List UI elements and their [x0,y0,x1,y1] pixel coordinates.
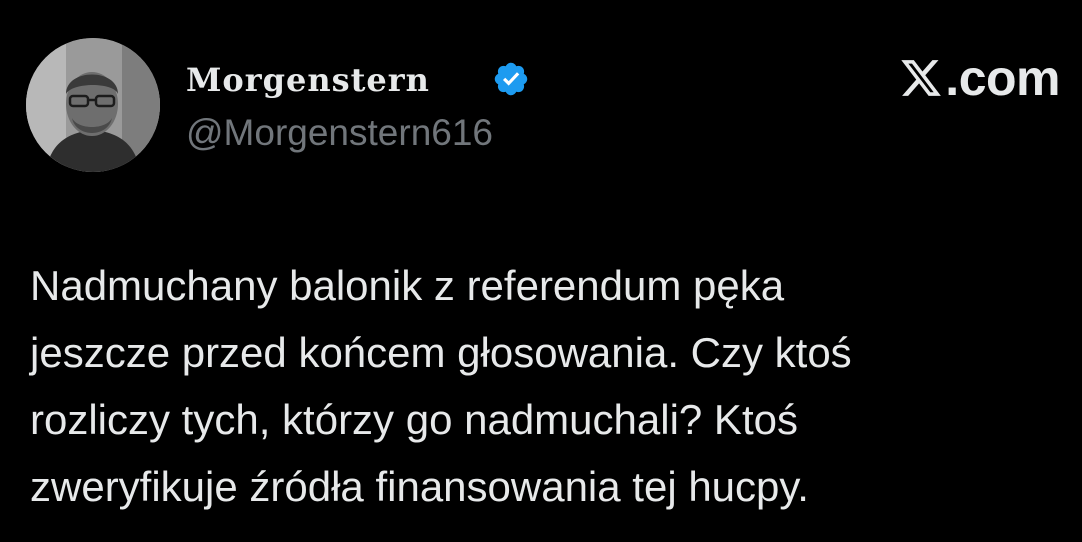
avatar-photo [26,38,160,172]
avatar[interactable] [26,38,160,172]
display-name[interactable]: Morgenstern [186,60,430,100]
brand-domain-text: .com [945,50,1060,106]
tweet-text: Nadmuchany balonik z referendum pęka jes… [30,252,1060,520]
tweet-text-line: rozliczy tych, którzy go nadmuchali? Kto… [30,396,798,443]
verified-badge-icon [494,62,528,96]
handle[interactable]: @Morgenstern616 [186,111,493,155]
tweet-text-line: jeszcze przed końcem głosowania. Czy kto… [30,329,852,376]
brand-watermark: .com [899,50,1060,106]
tweet-text-line: Nadmuchany balonik z referendum pęka [30,262,785,309]
x-logo-icon [901,60,942,96]
tweet-text-line: zweryfikuje źródła finansowania tej hucp… [30,463,809,510]
